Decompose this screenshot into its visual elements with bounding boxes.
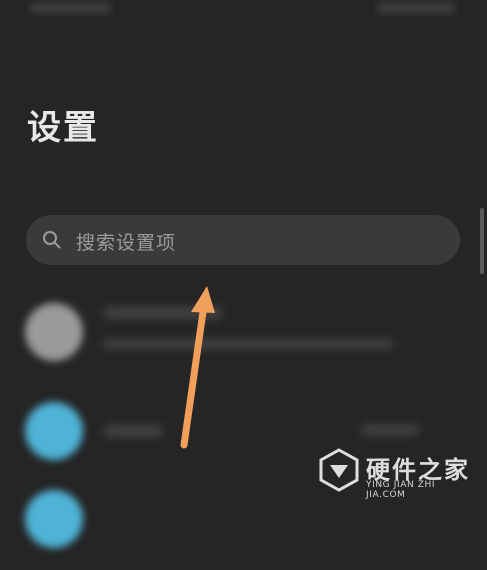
- annotation-arrow: [180, 286, 215, 449]
- watermark: 硬件之家 YING JIAN ZHI JIA.COM: [318, 446, 478, 500]
- watermark-logo-icon: [319, 448, 359, 492]
- watermark-subtitle: YING JIAN ZHI JIA.COM: [366, 480, 436, 500]
